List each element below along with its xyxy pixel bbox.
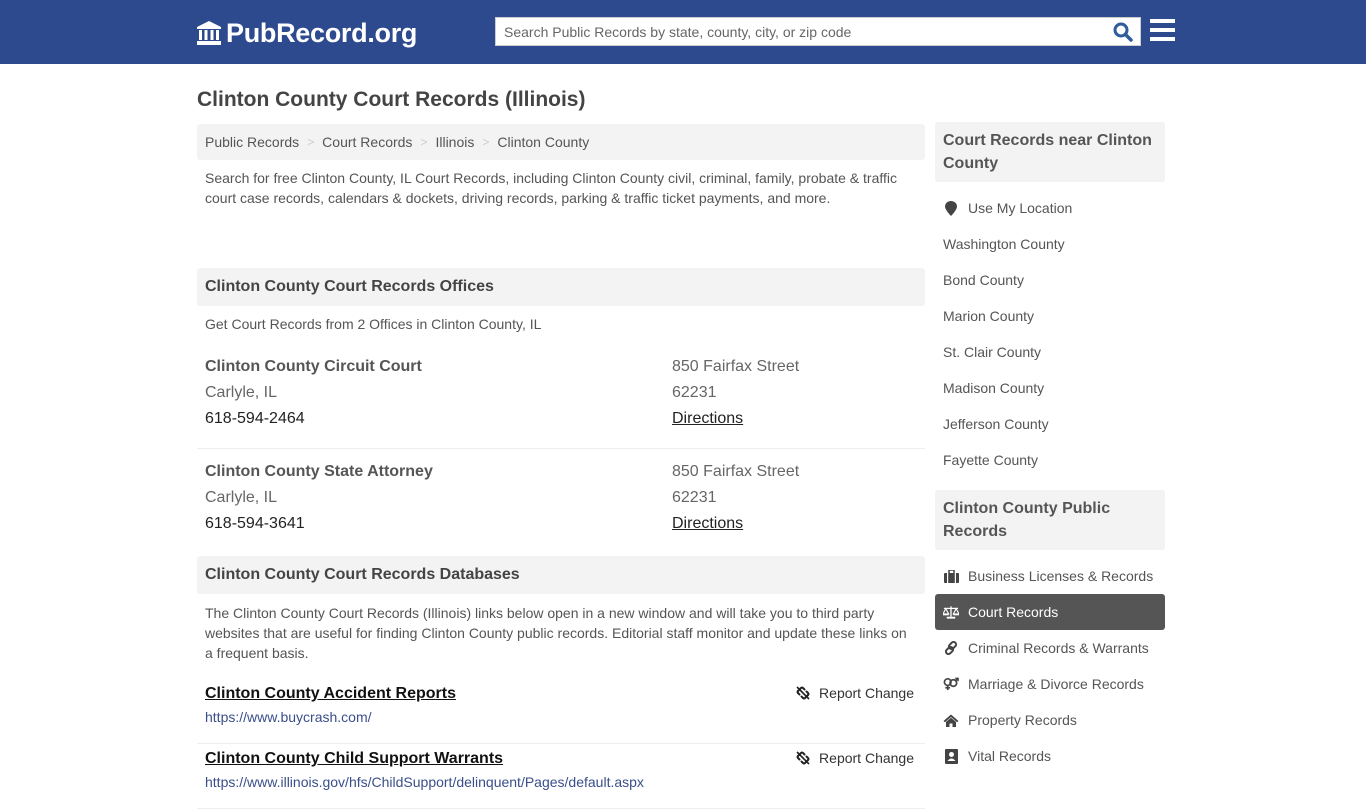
sidebar-item-label: Property Records [968, 712, 1077, 728]
office-address: 850 Fairfax Street [672, 463, 800, 480]
search-bar [495, 17, 1141, 46]
breadcrumb-separator: > [420, 135, 428, 149]
map-marker-icon [943, 200, 959, 216]
breadcrumb-separator: > [482, 135, 490, 149]
broken-link-icon [796, 751, 810, 765]
database-link[interactable]: Clinton County Child Support Warrants [205, 747, 503, 771]
home-icon [943, 712, 959, 728]
sidebar-item-label: Criminal Records & Warrants [968, 640, 1149, 656]
nearby-county-link[interactable]: Washington County [935, 226, 1165, 262]
sidebar-item-business-licenses[interactable]: Business Licenses & Records [935, 558, 1165, 594]
nearby-county-link[interactable]: Madison County [935, 370, 1165, 406]
menu-bar [1150, 19, 1175, 23]
breadcrumb-illinois[interactable]: Illinois [435, 134, 474, 150]
report-change-button[interactable]: Report Change [795, 750, 914, 766]
bank-building-icon [197, 21, 221, 45]
top-navbar: PubRecord.org [0, 0, 1366, 64]
database-item: Clinton County Child Support Warrants ht… [197, 744, 925, 809]
databases-intro: The Clinton County Court Records (Illino… [205, 605, 907, 661]
use-my-location-link[interactable]: Use My Location [935, 190, 1165, 226]
menu-bar [1150, 28, 1175, 32]
sidebar-item-criminal-records[interactable]: Criminal Records & Warrants [935, 630, 1165, 666]
site-logo[interactable]: PubRecord.org [196, 16, 417, 50]
sidebar-item-label: Vital Records [968, 748, 1052, 764]
breadcrumb-court-records[interactable]: Court Records [322, 134, 412, 150]
directions-link[interactable]: Directions [672, 410, 743, 427]
report-change-label: Report Change [819, 685, 914, 701]
sidebar-item-vital-records[interactable]: Vital Records [935, 738, 1165, 774]
office-name: Clinton County Circuit Court [205, 358, 422, 375]
public-records-heading: Clinton County Public Records [935, 490, 1165, 550]
report-change-button[interactable]: Report Change [795, 685, 914, 701]
nearby-county-link[interactable]: St. Clair County [935, 334, 1165, 370]
sidebar-item-court-records[interactable]: Court Records [935, 594, 1165, 630]
logo-text: PubRecord.org [226, 17, 418, 48]
office-phone[interactable]: 618-594-2464 [205, 406, 672, 432]
office-name: Clinton County State Attorney [205, 463, 433, 480]
office-phone[interactable]: 618-594-3641 [205, 511, 672, 537]
broken-link-icon [796, 686, 810, 700]
database-item: Clinton County Accident Reports https://… [197, 679, 925, 744]
sidebar: Court Records near Clinton County Use My… [935, 122, 1165, 774]
report-change-label: Report Change [819, 750, 914, 766]
search-input[interactable] [496, 18, 1106, 45]
directions-link[interactable]: Directions [672, 515, 743, 532]
nearby-county-link[interactable]: Jefferson County [935, 406, 1165, 442]
office-item: Clinton County State Attorney Carlyle, I… [197, 449, 925, 556]
briefcase-icon [943, 568, 959, 584]
office-city: Carlyle, IL [205, 384, 278, 401]
nearby-list: Use My Location Washington County Bond C… [935, 182, 1165, 490]
office-city: Carlyle, IL [205, 489, 278, 506]
gender-icon [943, 676, 959, 692]
nearby-county-link[interactable]: Marion County [935, 298, 1165, 334]
scales-icon [943, 604, 959, 620]
databases-heading: Clinton County Court Records Databases [197, 556, 925, 594]
office-item: Clinton County Circuit Court Carlyle, IL… [197, 354, 925, 449]
main-content: Public Records > Court Records > Illinoi… [197, 124, 925, 809]
breadcrumb-clinton-county[interactable]: Clinton County [497, 134, 589, 150]
sidebar-item-marriage-divorce[interactable]: Marriage & Divorce Records [935, 666, 1165, 702]
nearby-heading: Court Records near Clinton County [935, 122, 1165, 182]
sidebar-item-label: Court Records [968, 604, 1059, 620]
page-title: Clinton County Court Records (Illinois) [197, 88, 586, 111]
search-button[interactable] [1106, 18, 1140, 45]
use-my-location-label: Use My Location [968, 200, 1073, 216]
sidebar-item-label: Marriage & Divorce Records [968, 676, 1144, 692]
sidebar-item-property-records[interactable]: Property Records [935, 702, 1165, 738]
search-icon [1113, 22, 1133, 42]
office-zip: 62231 [672, 384, 717, 401]
office-address: 850 Fairfax Street [672, 358, 800, 375]
public-records-list: Business Licenses & Records Court Record… [935, 550, 1165, 774]
breadcrumb-separator: > [307, 135, 315, 149]
nearby-county-link[interactable]: Bond County [935, 262, 1165, 298]
link-icon [943, 640, 959, 656]
database-url: https://www.illinois.gov/hfs/ChildSuppor… [205, 774, 644, 790]
intro-text: Search for free Clinton County, IL Court… [205, 170, 897, 206]
sidebar-item-label: Business Licenses & Records [968, 568, 1154, 584]
offices-heading: Clinton County Court Records Offices [197, 268, 925, 306]
office-zip: 62231 [672, 489, 717, 506]
hamburger-menu-button[interactable] [1150, 19, 1176, 43]
id-card-icon [943, 748, 959, 764]
menu-bar [1150, 37, 1175, 41]
breadcrumb-public-records[interactable]: Public Records [205, 134, 299, 150]
nearby-county-link[interactable]: Fayette County [935, 442, 1165, 478]
breadcrumb: Public Records > Court Records > Illinoi… [197, 124, 925, 160]
database-url: https://www.buycrash.com/ [205, 709, 372, 725]
database-link[interactable]: Clinton County Accident Reports [205, 682, 456, 706]
offices-subheading: Get Court Records from 2 Offices in Clin… [205, 316, 542, 332]
